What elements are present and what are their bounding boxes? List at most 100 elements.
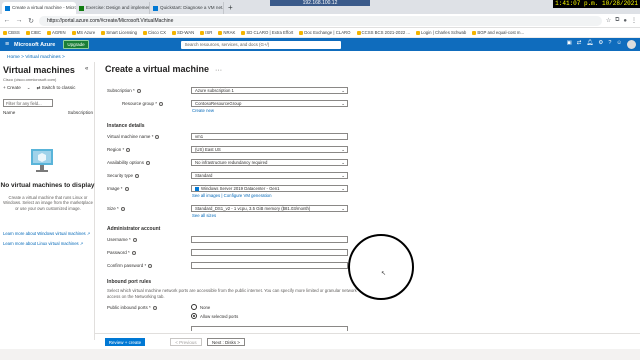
info-icon [136, 88, 141, 93]
folder-icon [299, 30, 304, 35]
inbound-rules-heading: Inbound port rules [107, 279, 152, 285]
region-select[interactable]: (US) East US ⌄ [191, 146, 348, 153]
subscription-select[interactable]: Azure subscription 1 ⌄ [191, 87, 348, 94]
portal-search-input[interactable]: Search resources, services, and docs (G+… [180, 40, 341, 49]
folder-icon [356, 30, 361, 35]
folder-icon [241, 30, 246, 35]
avatar[interactable] [627, 40, 636, 49]
info-icon [135, 173, 140, 178]
image-label: Image * [107, 186, 129, 191]
hamburger-menu-icon[interactable]: ≡ [0, 41, 14, 48]
bookmark-item[interactable]: NRAK [218, 30, 235, 35]
image-links[interactable]: See all images | Configure VM generation [192, 193, 271, 198]
radio-button[interactable] [191, 304, 197, 310]
admin-account-heading: Administrator account [107, 226, 161, 232]
bookmark-item[interactable]: ISR [200, 30, 212, 35]
security-type-label: Security type [107, 173, 140, 178]
folder-icon [171, 30, 176, 35]
learn-linux-link[interactable]: Learn more about Linux virtual machines … [3, 241, 83, 246]
confirm-password-input[interactable] [191, 262, 348, 269]
profile-icon[interactable]: ● [623, 18, 627, 24]
image-select[interactable]: Windows Server 2019 Datacenter - Gen1 ⌄ [191, 185, 348, 192]
azure-brand[interactable]: Microsoft Azure [14, 42, 55, 48]
previous-button[interactable]: < Previous [170, 338, 202, 346]
password-input[interactable] [191, 249, 348, 256]
folder-icon [416, 30, 421, 35]
forward-icon[interactable]: → [15, 17, 23, 24]
clock-overlay: 1:41:07 p.m. 10/28/2021 [553, 0, 640, 8]
security-type-select[interactable]: Standard ⌄ [191, 172, 348, 179]
bookmark-item[interactable]: CIBC [25, 30, 41, 35]
review-create-button[interactable]: Review + create [105, 338, 145, 346]
bookmark-item[interactable]: BGP and equal-cost m... [472, 30, 524, 35]
bookmark-item[interactable]: Login | Charles Schwab [416, 30, 466, 35]
remote-session-banner: 192.168.100.12 [270, 0, 370, 6]
breadcrumb[interactable]: Home > Virtual machines > [7, 55, 65, 60]
directory-icon[interactable]: ⇄ [577, 40, 582, 49]
username-label: Username * [107, 237, 137, 242]
vm-command-bar: + Create ⌄ ⇄ Switch to classic [3, 85, 75, 91]
learn-windows-link[interactable]: Learn more about Windows virtual machine… [3, 231, 90, 236]
column-name[interactable]: Name [3, 110, 15, 115]
size-select[interactable]: Standard_DS1_v2 - 1 vcpu, 3.5 GiB memory… [191, 205, 348, 212]
switch-classic-button[interactable]: ⇄ Switch to classic [37, 85, 76, 91]
radio-none[interactable]: None [191, 304, 210, 310]
url-input[interactable]: https://portal.azure.com/#create/Microso… [39, 15, 602, 26]
bookmark-item[interactable]: SD CLARO | Extra Effort [241, 30, 293, 35]
instance-details-heading: Instance details [107, 123, 145, 129]
virtual-machine-icon [31, 149, 53, 172]
next-disks-button[interactable]: Next : Disks > [207, 338, 245, 346]
create-vm-button[interactable]: + Create [3, 85, 21, 91]
more-options-icon[interactable]: ··· [215, 67, 222, 74]
radio-button[interactable] [191, 313, 197, 319]
empty-state-description: Create a virtual machine that runs Linux… [3, 195, 93, 211]
see-all-sizes-link[interactable]: See all sizes [192, 213, 216, 218]
chevron-down-icon: ⌄ [341, 160, 345, 165]
new-tab-button[interactable]: + [224, 2, 237, 14]
info-icon [132, 237, 137, 242]
bookmark-item[interactable]: Cisco CX [143, 30, 166, 35]
cloud-shell-icon[interactable]: ▣ [567, 40, 572, 49]
resource-group-select[interactable]: ContosoResourceGroup ⌄ [191, 100, 348, 107]
help-icon[interactable]: ? [608, 40, 611, 49]
info-icon [159, 101, 164, 106]
vm-name-input[interactable]: vm1 [191, 133, 348, 140]
star-icon[interactable]: ☆ [606, 17, 611, 24]
partial-field[interactable] [191, 326, 348, 331]
external-link-icon: ↗ [86, 231, 91, 236]
bookmark-item[interactable]: AGRIN [46, 30, 66, 35]
bookmark-item[interactable]: CCSS BCS 2021-2022 ... [356, 30, 410, 35]
password-label: Password * [107, 250, 136, 255]
bookmark-item[interactable]: Smart Licensing [101, 30, 137, 35]
info-icon [131, 250, 136, 255]
page-title: Create a virtual machine ··· [105, 64, 223, 74]
reload-icon[interactable]: ↻ [27, 17, 35, 25]
vm-list-pane: Virtual machines « Cisco (cisco.onmicros… [0, 62, 95, 340]
settings-gear-icon[interactable]: ⚙ [598, 40, 603, 49]
menu-icon[interactable]: ⋮ [631, 17, 637, 24]
bookmark-item[interactable]: CBSS [3, 30, 20, 35]
bookmark-item[interactable]: MS Azure [71, 30, 95, 35]
bookmark-item[interactable]: SD-WAN [171, 30, 194, 35]
filter-input[interactable]: Filter for any field... [3, 99, 53, 107]
browser-tab-0[interactable]: Create a virtual machine - Micros... × [2, 2, 76, 14]
column-subscription[interactable]: Subscription [68, 110, 93, 115]
folder-icon [46, 30, 51, 35]
upgrade-button[interactable]: Upgrade [63, 40, 89, 49]
info-icon [155, 134, 160, 139]
collapse-pane-icon[interactable]: « [85, 66, 88, 72]
radio-allow-selected[interactable]: Allow selected ports [191, 313, 238, 319]
back-icon[interactable]: ← [3, 17, 11, 24]
chevron-down-icon[interactable]: ⌄ [27, 85, 31, 91]
notifications-icon[interactable]: 🔔︎ [586, 40, 593, 49]
username-input[interactable] [191, 236, 348, 243]
browser-tab-label: Exercise: Design and implement... [86, 5, 150, 10]
feedback-icon[interactable]: ☺ [616, 40, 622, 49]
availability-select[interactable]: No infrastructure redundancy required ⌄ [191, 159, 348, 166]
create-new-link[interactable]: Create new [192, 108, 214, 113]
list-header: Name Subscription [3, 110, 93, 115]
bookmark-item[interactable]: Doc Exchange | CLARO [299, 30, 351, 35]
browser-tab-2[interactable]: Quickstart: Diagnose a VM net... × [150, 2, 224, 14]
extensions-icon[interactable]: ⧉ [615, 17, 619, 24]
browser-tab-1[interactable]: Exercise: Design and implement... × [76, 2, 150, 14]
